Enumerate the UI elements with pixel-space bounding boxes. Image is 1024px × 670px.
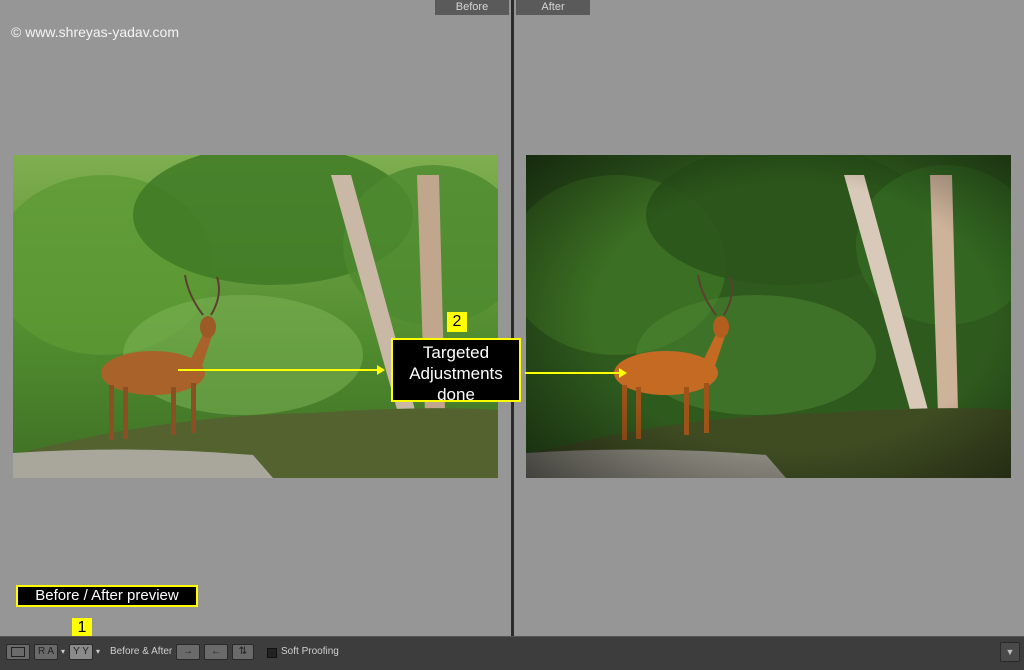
after-photo bbox=[526, 155, 1011, 478]
soft-proofing-label: Soft Proofing bbox=[281, 646, 339, 657]
before-after-top-bottom-button[interactable]: Y Y bbox=[69, 644, 93, 660]
swap-before-after-button[interactable]: ⇅ bbox=[232, 644, 254, 660]
pane-divider bbox=[511, 0, 514, 636]
loupe-view-button[interactable] bbox=[6, 644, 30, 660]
before-after-left-right-button[interactable]: R A bbox=[34, 644, 58, 660]
chevron-down-icon[interactable]: ▾ bbox=[96, 647, 100, 656]
soft-proofing-checkbox[interactable] bbox=[267, 648, 277, 658]
chevron-down-icon[interactable]: ▾ bbox=[61, 647, 65, 656]
watermark: © www.shreyas-yadav.com bbox=[11, 24, 179, 40]
chevron-down-icon: ▼ bbox=[1005, 647, 1015, 657]
before-tab: Before bbox=[435, 0, 509, 15]
toolbar-menu-button[interactable]: ▼ bbox=[1000, 642, 1020, 662]
copy-after-to-before-button[interactable]: ← bbox=[204, 644, 228, 660]
after-tab: After bbox=[516, 0, 590, 15]
bottom-toolbar: R A ▾ Y Y ▾ Before & After : → ← ⇅ Soft … bbox=[0, 636, 1024, 670]
single-view-icon bbox=[11, 647, 25, 657]
callout-line-1: Targeted bbox=[422, 343, 490, 362]
callout-line-2: Adjustments bbox=[409, 364, 503, 383]
callout-badge: 2 bbox=[447, 312, 467, 332]
annotation-arrow-before bbox=[178, 365, 385, 375]
before-after-preview-label: Before / After preview bbox=[16, 585, 198, 607]
annotation-arrow-after bbox=[525, 368, 627, 378]
before-after-label: Before & After : bbox=[110, 646, 178, 657]
callout-line-3: done bbox=[437, 385, 475, 404]
copy-before-to-after-button[interactable]: → bbox=[176, 644, 200, 660]
preview-badge: 1 bbox=[72, 618, 92, 638]
targeted-adjustments-callout: Targeted Adjustments done bbox=[391, 338, 521, 404]
before-photo bbox=[13, 155, 498, 478]
